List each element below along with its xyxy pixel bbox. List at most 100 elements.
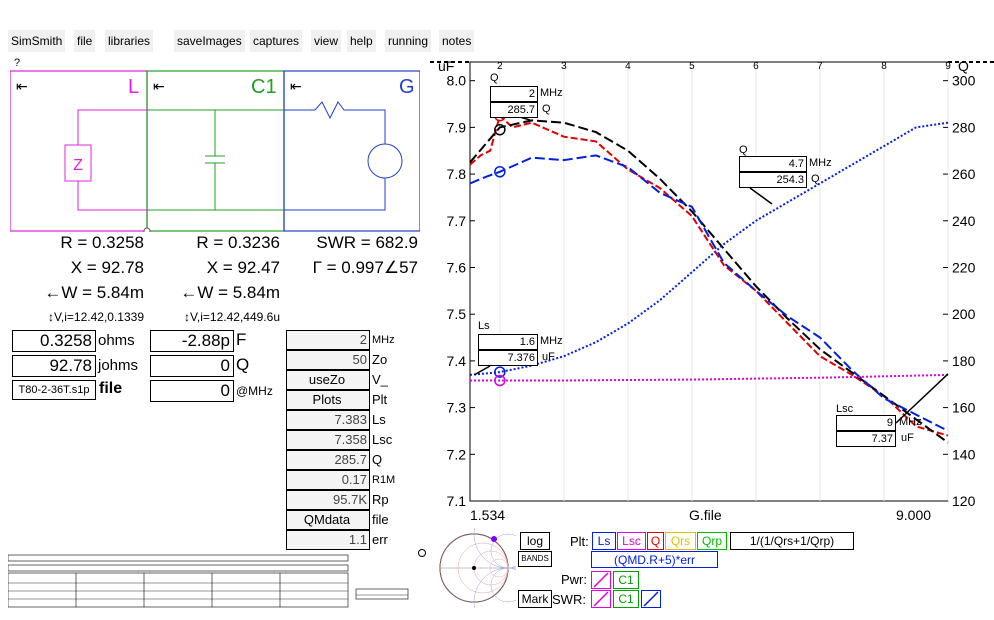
check-icon xyxy=(593,572,609,588)
param-lsc-field[interactable]: 7.358 xyxy=(286,430,370,450)
x-start-label: 1.534 xyxy=(470,507,506,523)
x-tick-label: 7 xyxy=(817,61,823,72)
menu-item-view[interactable]: view xyxy=(311,30,342,52)
y-left-tick-label: 7.3 xyxy=(447,400,467,416)
cap-f-label: F xyxy=(236,330,247,349)
pwr-label: Pwr: xyxy=(561,572,587,587)
log-button[interactable]: log xyxy=(520,532,550,550)
param-q-field[interactable]: 285.7 xyxy=(286,450,370,470)
thumbnail-svg xyxy=(7,554,409,608)
param-lsc-label: Lsc xyxy=(372,432,393,447)
mark-button[interactable]: Mark xyxy=(518,590,552,608)
help-mark[interactable]: ? xyxy=(14,57,20,69)
y-right-tick-label: 280 xyxy=(952,119,976,135)
param-zo-label: Zo xyxy=(372,352,388,367)
param-ls-field[interactable]: 7.383 xyxy=(286,410,370,430)
param-file-label: file xyxy=(372,512,389,527)
y-right-tick-label: 140 xyxy=(952,446,976,462)
load-arrow-icon[interactable]: ⇤ xyxy=(16,78,28,95)
param-err-field[interactable]: 1.1 xyxy=(286,530,370,550)
y-left-tick-label: 7.7 xyxy=(447,213,467,229)
param-q-label: Q xyxy=(372,452,383,467)
swr-g-toggle[interactable] xyxy=(641,590,661,608)
swr-readout: SWR = 682.9 xyxy=(316,233,418,252)
param-err-label: err xyxy=(372,532,388,547)
y-right-tick-label: 300 xyxy=(952,73,976,89)
menu-item-captures[interactable]: captures xyxy=(250,30,303,52)
thumbnail-strip[interactable] xyxy=(7,553,410,609)
plt-toggle-qrs[interactable]: Qrs xyxy=(665,532,696,550)
cap-mhz-label: @MHz xyxy=(236,384,273,398)
check-icon xyxy=(643,591,659,607)
block-l-label[interactable]: L xyxy=(128,76,139,99)
menu-item-help[interactable]: help xyxy=(347,30,376,52)
tip-lsc-mhz: 9 xyxy=(836,415,896,431)
bands-button[interactable]: BANDS xyxy=(518,551,552,567)
y-left-tick-label: 7.6 xyxy=(447,259,467,275)
param-rp-field[interactable]: 95.7K xyxy=(286,490,370,510)
file-label: file xyxy=(99,380,123,397)
check-icon xyxy=(593,591,609,607)
menu-item-simsmith[interactable]: SimSmith xyxy=(8,30,66,52)
tip-q2-q-label: Q xyxy=(811,173,820,185)
block-g-label[interactable]: G xyxy=(399,76,415,99)
plt-toggle-q[interactable]: Q xyxy=(647,532,664,550)
tip-q2-q: 254.3 xyxy=(739,172,807,188)
param-plt-label: Plt xyxy=(372,392,388,407)
gen-arrow-icon[interactable]: ⇤ xyxy=(290,78,302,95)
menu-item-notes[interactable]: notes xyxy=(439,30,475,52)
load-w: ←W = 5.84m xyxy=(44,283,144,302)
johms-label: johms xyxy=(98,357,139,374)
cap-f-field[interactable]: -2.88p xyxy=(150,330,234,352)
plot-area: 2 3 4 5 6 7 8 9 8.0 7.9 7.8 7.7 7.6 7.5 7.4 7.3 7.2 7.1 30… xyxy=(430,56,994,526)
cap-mhz-field[interactable]: 0 xyxy=(150,380,234,402)
tip-ls-mhz: 1.6 xyxy=(478,334,538,350)
menu-item-libraries[interactable]: libraries xyxy=(105,30,154,52)
param-r1m-label: R1M xyxy=(372,474,396,486)
plt-toggle-lsc[interactable]: Lsc xyxy=(617,532,646,550)
cap-x: X = 92.47 xyxy=(206,258,280,277)
param-ls-label: Ls xyxy=(372,412,386,427)
param-zo-field[interactable]: 50 xyxy=(286,350,370,370)
tip-lsc-mhz-label: MHz xyxy=(899,416,922,428)
svg-text:Z: Z xyxy=(73,157,83,174)
file-field[interactable]: T80-2-36T.s1p xyxy=(12,380,96,400)
param-file-field[interactable]: QMdata xyxy=(286,510,370,530)
plt-label: Plt: xyxy=(570,534,589,549)
smith-toggle[interactable] xyxy=(418,549,426,557)
param-mhz-field[interactable]: 2 xyxy=(286,330,370,350)
tip-q1-mhz-label: MHz xyxy=(540,87,563,99)
smith-chart[interactable] xyxy=(436,499,543,620)
y-right-tick-label: 200 xyxy=(952,306,976,322)
param-r1m-field[interactable]: 0.17 xyxy=(286,470,370,490)
x-tick-label: 2 xyxy=(497,61,503,72)
y-right-tick-label: 240 xyxy=(952,213,976,229)
formula2-field[interactable]: (QMD.R+5)*err xyxy=(591,551,718,568)
ohms-field[interactable]: 0.3258 xyxy=(12,330,96,352)
y-left-tick-label: 8.0 xyxy=(447,73,467,89)
block-c1-label[interactable]: C1 xyxy=(251,76,277,99)
pwr-c1-toggle[interactable]: C1 xyxy=(613,571,639,589)
y-right-tick-label: 120 xyxy=(952,493,976,509)
param-v_-field[interactable]: useZo xyxy=(286,370,370,390)
menu-item-running[interactable]: running xyxy=(385,30,432,52)
x-mid-label: G.file xyxy=(689,507,722,523)
menu-item-saveimages[interactable]: saveImages xyxy=(174,30,245,52)
swr-l-toggle[interactable] xyxy=(591,590,611,608)
menu-item-file[interactable]: file xyxy=(74,30,96,52)
x-tick-label: 5 xyxy=(689,61,695,72)
y-left-tick-label: 7.9 xyxy=(447,119,467,135)
circuit-svg: Z xyxy=(9,70,421,235)
param-plt-field[interactable]: Plots xyxy=(286,390,370,410)
cap-arrow-icon[interactable]: ⇤ xyxy=(153,78,165,95)
johms-field[interactable]: 92.78 xyxy=(12,355,96,377)
formula1-field[interactable]: 1/(1/Qrs+1/Qrp) xyxy=(730,532,854,550)
y-right-tick-label: 180 xyxy=(952,353,976,369)
swr-c1-toggle[interactable]: C1 xyxy=(613,590,639,608)
pwr-l-toggle[interactable] xyxy=(591,571,611,589)
plt-toggle-ls[interactable]: Ls xyxy=(592,532,616,550)
plt-toggle-qrp[interactable]: Qrp xyxy=(697,532,727,550)
y-right-tick-label: 160 xyxy=(952,400,976,416)
y-left-tick-label: 7.8 xyxy=(447,166,467,182)
cap-q-field[interactable]: 0 xyxy=(150,355,234,377)
